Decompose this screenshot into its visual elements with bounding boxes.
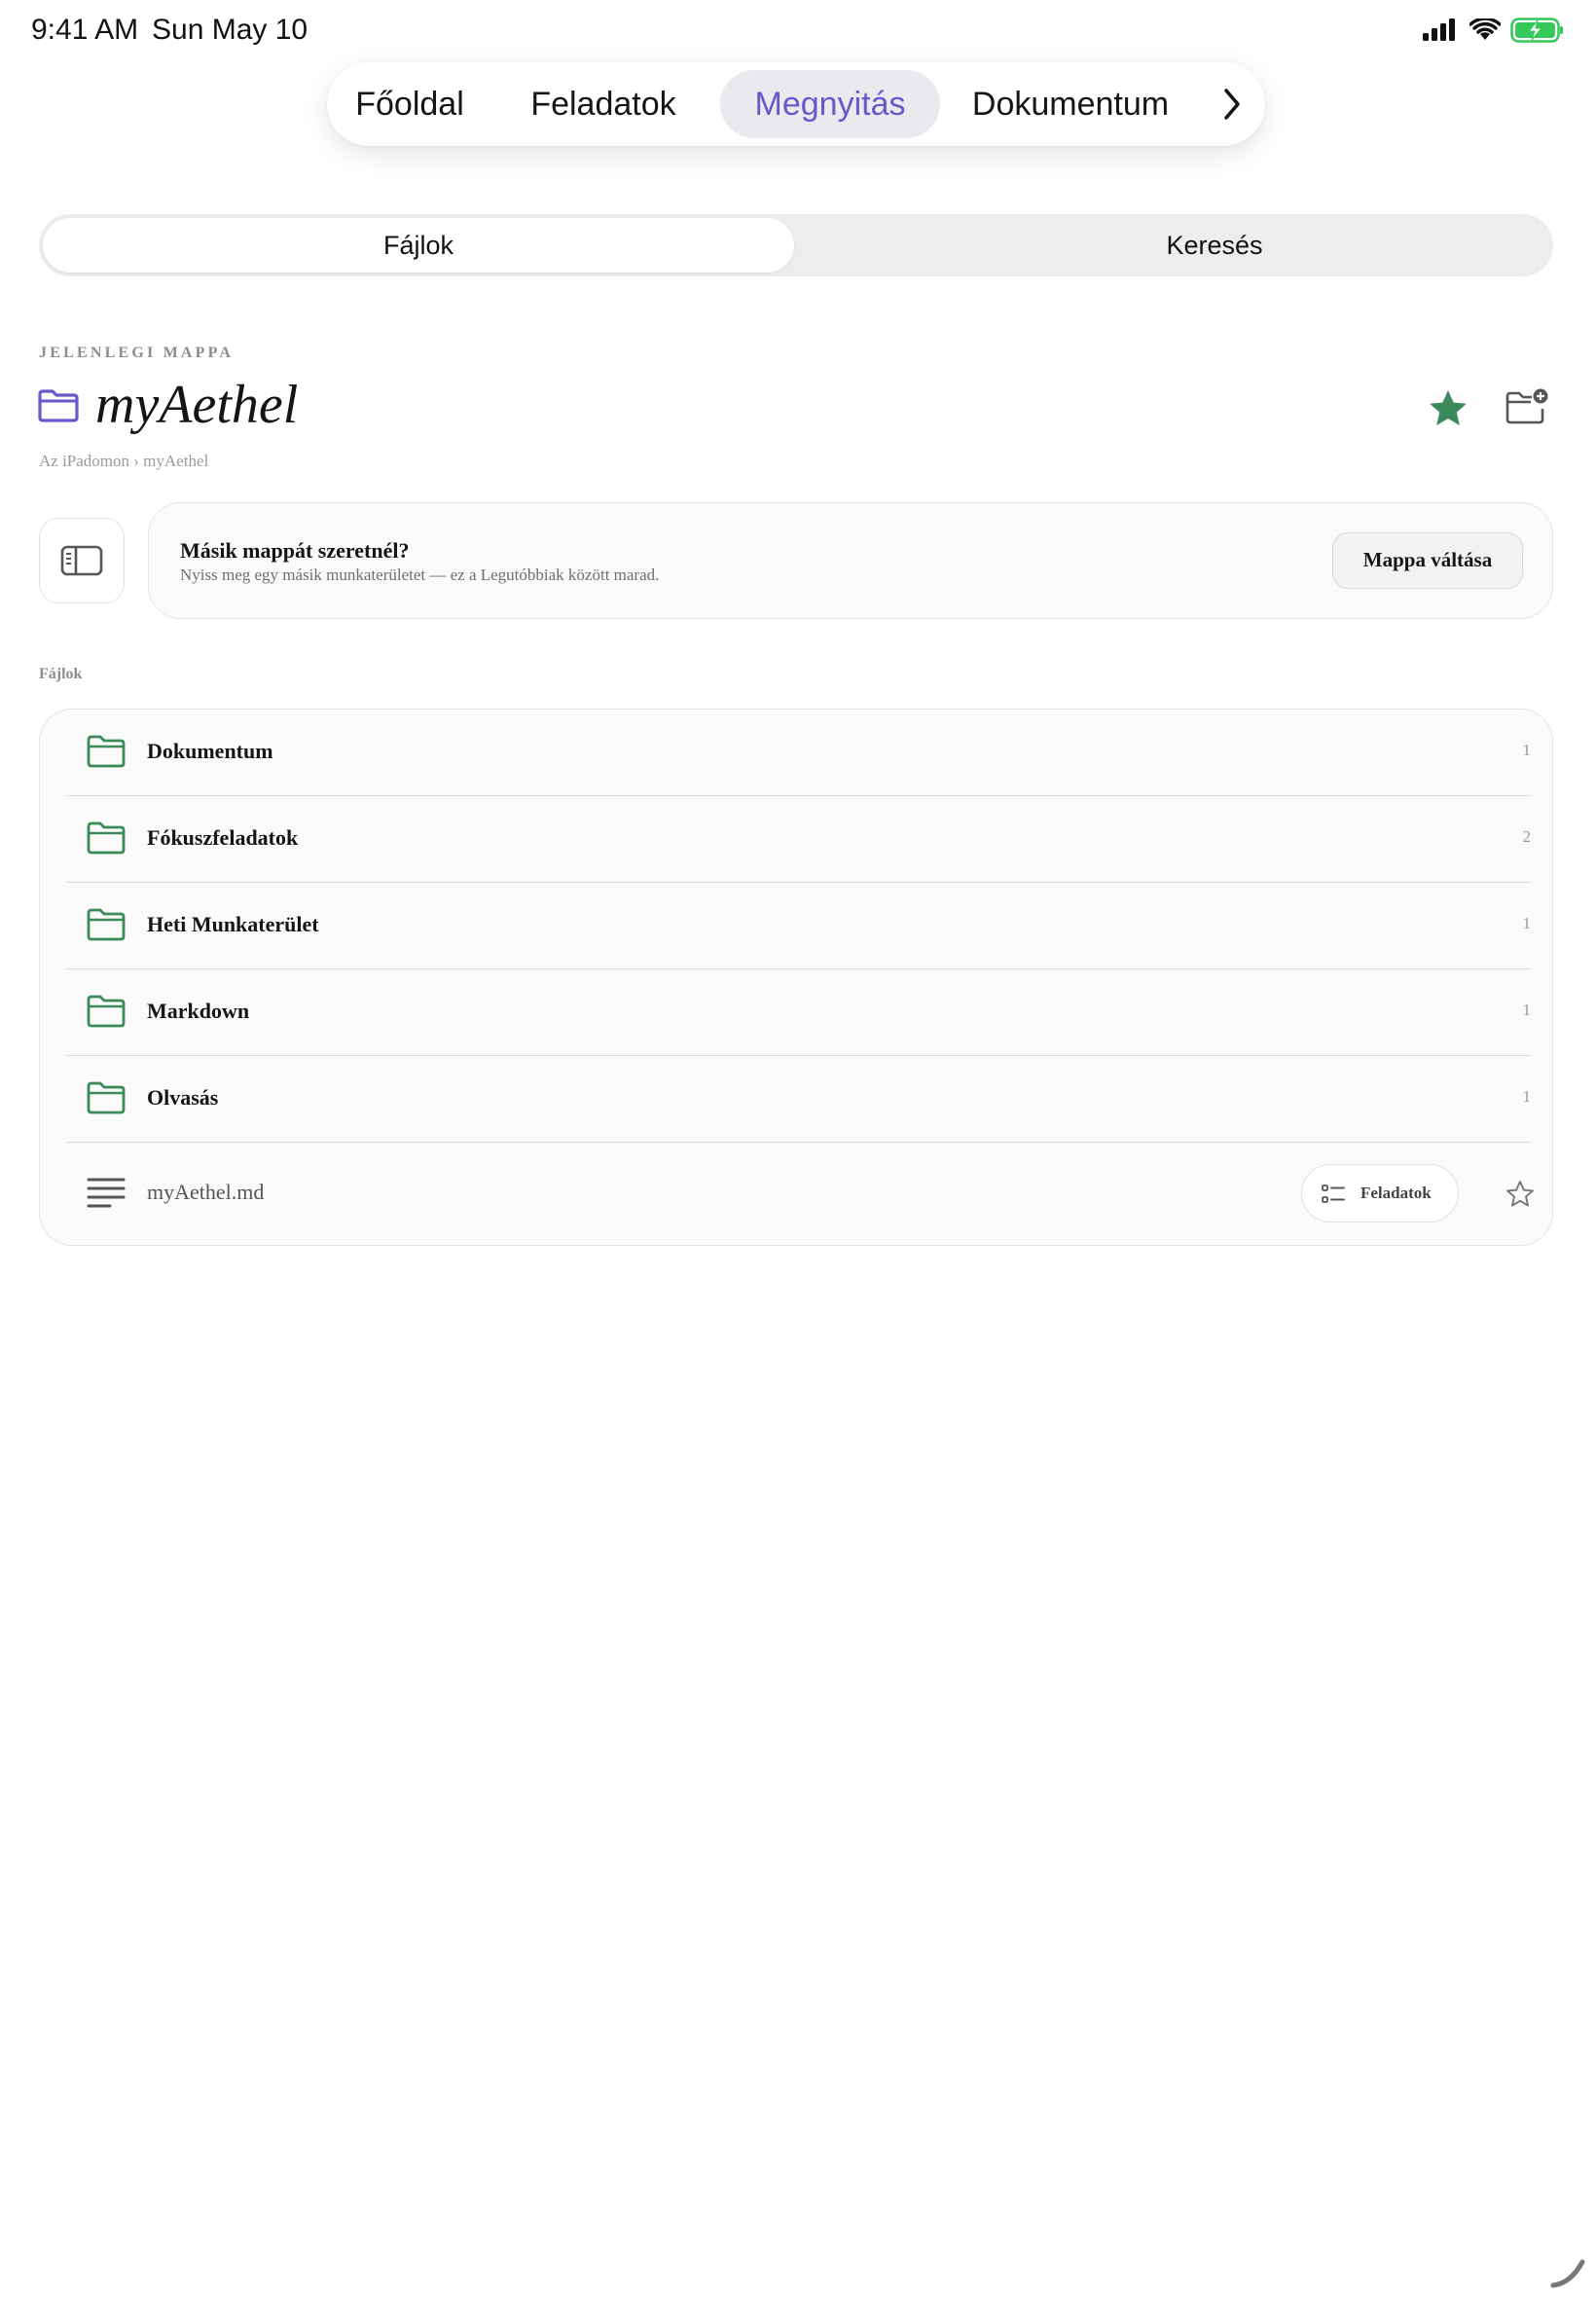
folder-item-count: 2	[1522, 827, 1532, 846]
current-folder-eyebrow: JELENLEGI MAPPA	[39, 345, 235, 361]
checklist-icon	[1322, 1185, 1345, 1203]
folder-name: Dokumentum	[147, 739, 273, 763]
folder-icon	[87, 735, 126, 768]
folder-plus-icon	[1505, 388, 1548, 424]
nav-tab-home[interactable]: Főoldal	[337, 70, 483, 138]
status-date: Sun May 10	[152, 14, 308, 46]
document-name: myAethel.md	[147, 1180, 265, 1204]
folder-icon	[87, 1081, 126, 1114]
switch-folder-title: Másik mappát szeretnél?	[180, 538, 410, 563]
folder-name: Heti Munkaterület	[147, 912, 319, 936]
folder-item-count: 1	[1522, 1087, 1532, 1106]
folder-row-markdown[interactable]: Markdown 1	[67, 969, 1531, 1056]
breadcrumb: Az iPadomon › myAethel	[39, 452, 209, 470]
folder-item-count: 1	[1522, 914, 1532, 932]
file-list: Dokumentum 1 Fókuszfeladatok 2 Heti Munk…	[39, 709, 1553, 1246]
document-row-myaethel-md[interactable]: myAethel.md Feladatok	[67, 1143, 1534, 1240]
folder-icon	[87, 821, 126, 855]
folder-item-count: 1	[1522, 741, 1532, 759]
status-icons	[1423, 18, 1565, 43]
new-folder-button[interactable]	[1505, 387, 1549, 426]
open-tasks-button[interactable]: Feladatok	[1301, 1164, 1459, 1222]
segment-files[interactable]: Fájlok	[43, 218, 794, 273]
open-tasks-label: Feladatok	[1360, 1184, 1432, 1202]
folder-row-dokumentum[interactable]: Dokumentum 1	[67, 710, 1531, 796]
folder-icon	[38, 389, 79, 422]
star-outline-icon	[1506, 1181, 1534, 1207]
sidebar-icon	[60, 545, 103, 576]
folder-name: Olvasás	[147, 1085, 219, 1110]
top-navigation: Főoldal Feladatok Megnyitás Dokumentum	[327, 62, 1265, 146]
text-document-icon	[87, 1178, 126, 1208]
folder-row-heti-munkaterulet[interactable]: Heti Munkaterület 1	[67, 883, 1531, 969]
folder-item-count: 1	[1522, 1001, 1532, 1019]
chevron-right-icon	[1224, 89, 1240, 120]
favorite-folder-button[interactable]	[1427, 387, 1469, 430]
nav-tab-document[interactable]: Dokumentum	[958, 70, 1183, 138]
files-search-segmented-control: Fájlok Keresés	[39, 214, 1553, 276]
folder-icon	[87, 995, 126, 1028]
battery-charging-icon	[1510, 18, 1563, 43]
nav-more-button[interactable]	[1209, 70, 1255, 138]
nav-tab-tasks[interactable]: Feladatok	[506, 70, 701, 138]
favorite-document-button[interactable]	[1505, 1180, 1535, 1209]
switch-folder-subtitle: Nyiss meg egy másik munkaterületet — ez …	[180, 565, 660, 584]
switch-folder-button[interactable]: Mappa váltása	[1332, 532, 1523, 589]
files-section-label: Fájlok	[39, 666, 83, 682]
folder-row-olvasas[interactable]: Olvasás 1	[67, 1056, 1531, 1143]
nav-tab-open[interactable]: Megnyitás	[720, 70, 940, 138]
folder-icon	[87, 908, 126, 941]
sidebar-toggle-button[interactable]	[39, 518, 125, 603]
folder-name: Markdown	[147, 999, 250, 1023]
wifi-icon	[1469, 18, 1501, 40]
folder-row-fokuszfeladatok[interactable]: Fókuszfeladatok 2	[67, 796, 1531, 883]
folder-name: Fókuszfeladatok	[147, 825, 299, 850]
page-title: myAethel	[95, 375, 299, 435]
segment-search[interactable]: Keresés	[837, 218, 1592, 273]
star-filled-icon	[1430, 390, 1467, 425]
switch-folder-banner: Másik mappát szeretnél? Nyiss meg egy má…	[148, 502, 1553, 619]
scribble-corner-icon[interactable]	[1549, 2256, 1588, 2289]
status-time: 9:41 AM	[31, 14, 139, 46]
cellular-signal-icon	[1423, 18, 1455, 41]
